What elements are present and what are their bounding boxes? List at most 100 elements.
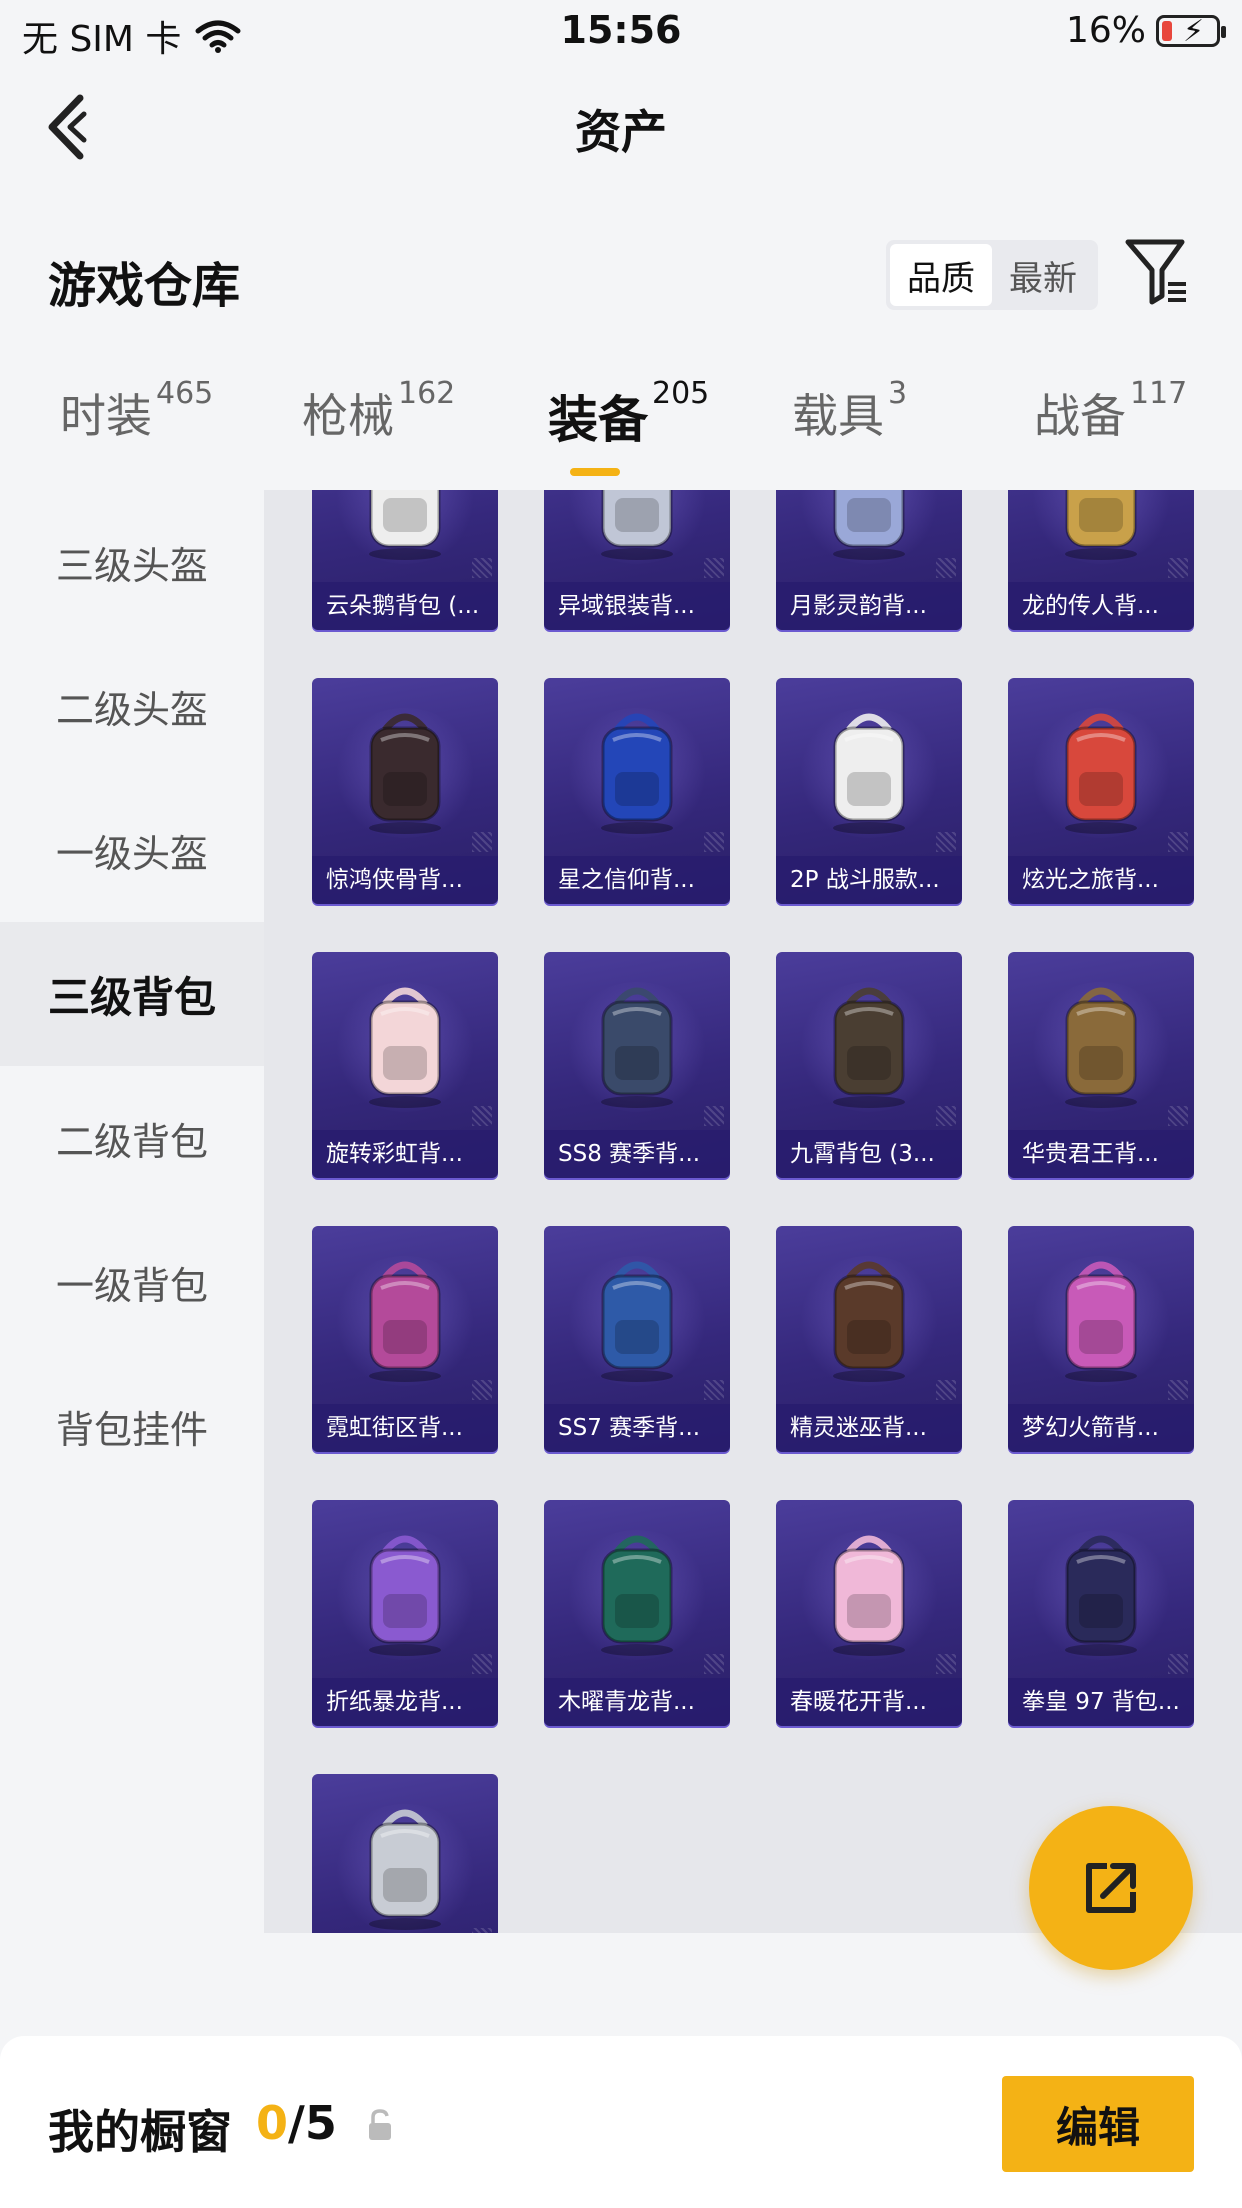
item-label: 星之信仰背... xyxy=(544,856,730,904)
filter-button[interactable] xyxy=(1124,236,1190,308)
tab-count: 465 xyxy=(156,376,214,411)
item-card[interactable]: 九霄背包 (3... xyxy=(776,952,962,1178)
battery-icon: ⚡ xyxy=(1156,14,1226,49)
side-item-helmet-lv3[interactable]: 三级头盔 xyxy=(0,490,264,634)
page-title: 资产 xyxy=(575,105,667,159)
item-label: 月影灵韵背... xyxy=(776,582,962,630)
item-card[interactable]: 春暖花开背... xyxy=(776,1500,962,1726)
item-card[interactable]: SS7 赛季背... xyxy=(544,1226,730,1452)
backpack-icon xyxy=(369,1535,441,1656)
nav-bar: 资产 xyxy=(0,70,1242,180)
backpack-icon xyxy=(1065,1535,1137,1656)
item-card[interactable]: 华贵君王背... xyxy=(1008,952,1194,1178)
item-card[interactable]: 折纸暴龙背... xyxy=(312,1500,498,1726)
item-card[interactable]: 旋转彩虹背... xyxy=(312,952,498,1178)
battery-percent: 16% xyxy=(1065,10,1146,51)
item-label: SS8 赛季背... xyxy=(544,1130,730,1178)
tab-firearms[interactable]: 枪械 162 xyxy=(302,376,455,490)
backpack-icon xyxy=(601,987,673,1108)
backpack-icon xyxy=(369,1809,441,1930)
item-card[interactable]: 星之信仰背... xyxy=(544,678,730,904)
warehouse-header: 游戏仓库 品质 最新 xyxy=(0,230,1242,320)
side-item-backpack-lv3[interactable]: 三级背包 xyxy=(0,922,264,1066)
tab-count: 3 xyxy=(888,376,908,411)
backpack-icon xyxy=(833,987,905,1108)
backpack-icon xyxy=(833,1535,905,1656)
item-label: 华贵君王背... xyxy=(1008,1130,1194,1178)
item-label: 炫光之旅背... xyxy=(1008,856,1194,904)
item-card[interactable]: 2P 战斗服款... xyxy=(776,678,962,904)
item-label: 折纸暴龙背... xyxy=(312,1678,498,1726)
backpack-icon xyxy=(369,1261,441,1382)
filter-icon xyxy=(1125,239,1186,305)
share-button[interactable] xyxy=(1029,1806,1193,1970)
item-label: 2P 战斗服款... xyxy=(776,856,962,904)
showcase-total: /5 xyxy=(288,2096,337,2150)
side-item-backpack-lv1[interactable]: 一级背包 xyxy=(0,1210,264,1354)
item-label: 霓虹街区背... xyxy=(312,1404,498,1452)
tab-equipment[interactable]: 装备 205 xyxy=(548,376,709,490)
showcase-count: 0/5 xyxy=(256,2096,337,2150)
item-label: 龙的传人背... xyxy=(1008,582,1194,630)
side-item-backpack-pendant[interactable]: 背包挂件 xyxy=(0,1354,264,1498)
item-card[interactable]: 月影灵韵背... xyxy=(776,490,962,630)
edit-button[interactable]: 编辑 xyxy=(1002,2076,1194,2172)
backpack-icon xyxy=(1065,490,1137,560)
item-card[interactable]: SS8 赛季背... xyxy=(544,952,730,1178)
backpack-icon xyxy=(833,713,905,834)
side-item-helmet-lv1[interactable]: 一级头盔 xyxy=(0,778,264,922)
category-tabs: 时装 465 枪械 162 装备 205 载具 3 战备 117 xyxy=(0,376,1242,490)
backpack-icon xyxy=(369,987,441,1108)
item-card[interactable]: 异域银装背... xyxy=(544,490,730,630)
backpack-icon xyxy=(1065,1261,1137,1382)
share-external-icon xyxy=(1086,1863,1136,1913)
tab-count: 205 xyxy=(652,376,710,411)
item-card[interactable]: 拳皇 97 背包... xyxy=(1008,1500,1194,1726)
backpack-icon xyxy=(601,1535,673,1656)
side-item-backpack-lv2[interactable]: 二级背包 xyxy=(0,1066,264,1210)
backpack-icon xyxy=(833,1261,905,1382)
status-bar: 无 SIM 卡 15:56 16% ⚡ xyxy=(0,0,1242,62)
backpack-icon xyxy=(601,713,673,834)
side-item-helmet-lv2[interactable]: 二级头盔 xyxy=(0,634,264,778)
tab-label: 战备 xyxy=(1034,389,1126,443)
sort-option-quality[interactable]: 品质 xyxy=(890,244,992,306)
tab-label: 装备 xyxy=(548,391,648,449)
item-card[interactable]: 木曜青龙背... xyxy=(544,1500,730,1726)
item-card[interactable]: 银河战甲背... xyxy=(312,1774,498,1933)
item-grid: 云朵鹅背包 (... 异域银装背... 月影灵韵背... 龙的传人背... 惊鸿侠骨背.… xyxy=(264,490,1242,1933)
tab-count: 117 xyxy=(1130,376,1188,411)
lock-icon xyxy=(369,2109,391,2140)
showcase-title: 我的橱窗 xyxy=(48,2105,232,2159)
tab-count: 162 xyxy=(398,376,456,411)
side-menu: 三级头盔 二级头盔 一级头盔 三级背包 二级背包 一级背包 背包挂件 xyxy=(0,490,264,1498)
item-card[interactable]: 精灵迷巫背... xyxy=(776,1226,962,1452)
item-card[interactable]: 霓虹街区背... xyxy=(312,1226,498,1452)
item-label: 精灵迷巫背... xyxy=(776,1404,962,1452)
item-label: 九霄背包 (3... xyxy=(776,1130,962,1178)
item-label: 旋转彩虹背... xyxy=(312,1130,498,1178)
tab-gear[interactable]: 战备 117 xyxy=(1034,376,1187,490)
item-card[interactable]: 梦幻火箭背... xyxy=(1008,1226,1194,1452)
item-label: 云朵鹅背包 (... xyxy=(312,582,498,630)
tab-vehicles[interactable]: 载具 3 xyxy=(792,376,907,490)
sort-option-newest[interactable]: 最新 xyxy=(992,244,1094,306)
tab-fashion[interactable]: 时装 465 xyxy=(60,376,213,490)
item-label: 木曜青龙背... xyxy=(544,1678,730,1726)
backpack-icon xyxy=(1065,713,1137,834)
tab-label: 枪械 xyxy=(302,389,394,443)
backpack-icon xyxy=(1065,987,1137,1108)
item-card[interactable]: 云朵鹅背包 (... xyxy=(312,490,498,630)
backpack-icon xyxy=(601,490,673,560)
showcase-bar: 我的橱窗 0/5 编辑 xyxy=(0,2036,1242,2208)
item-card[interactable]: 龙的传人背... xyxy=(1008,490,1194,630)
sort-toggle: 品质 最新 xyxy=(886,240,1098,310)
backpack-icon xyxy=(601,1261,673,1382)
item-card[interactable]: 惊鸿侠骨背... xyxy=(312,678,498,904)
item-label: 梦幻火箭背... xyxy=(1008,1404,1194,1452)
item-card[interactable]: 炫光之旅背... xyxy=(1008,678,1194,904)
item-label: 异域银装背... xyxy=(544,582,730,630)
item-label: 拳皇 97 背包... xyxy=(1008,1678,1194,1726)
item-label: SS7 赛季背... xyxy=(544,1404,730,1452)
section-title: 游戏仓库 xyxy=(48,258,241,314)
